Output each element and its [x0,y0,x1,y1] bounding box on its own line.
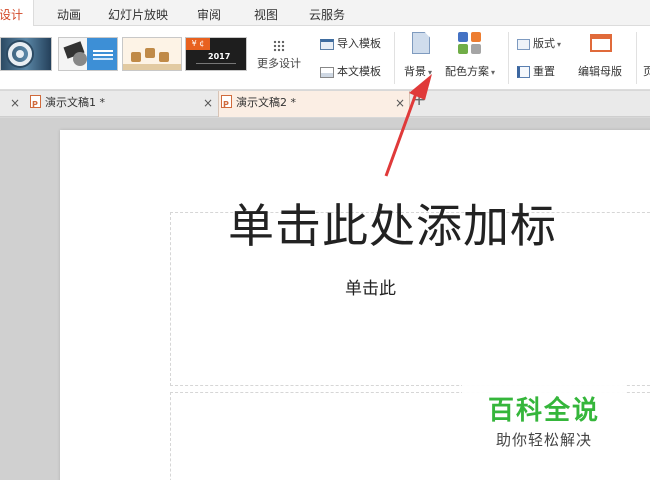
divider [508,32,509,84]
color-swatch [471,44,481,54]
tab-animation[interactable]: 动画 [57,0,81,26]
close-icon[interactable]: × [395,91,405,115]
body-template-icon [320,66,334,78]
design-thumbnail-4[interactable]: ¥ ¢ 2017 [185,37,247,71]
tab-cloud-service[interactable]: 云服务 [309,0,345,26]
design-ribbon: ¥ ¢ 2017 更多设计 导入模板 本文模板 背景 ▾ 配色方案 ▾ 版式 ▾ 重置… [0,26,650,90]
divider [394,32,395,84]
color-swatch [458,32,468,42]
presentation-file-icon [221,93,232,117]
tab-view[interactable]: 视图 [254,0,278,26]
background-button[interactable] [403,32,439,54]
document-icon [412,32,430,54]
color-scheme-icon[interactable] [458,32,484,54]
title-placeholder-text[interactable]: 单击此处添加标 [228,190,557,256]
subtitle-placeholder-text[interactable]: 单击此 [345,274,396,299]
menu-bar: 设计 动画 幻灯片放映 审阅 视图 云服务 [0,0,650,27]
grid-icon [273,40,285,52]
doc-tab-2[interactable]: 演示文稿2 * [218,91,410,117]
import-template-button[interactable]: 导入模板 [320,35,381,51]
doc-tab-1[interactable]: 演示文稿1 * [30,91,210,117]
divider [636,32,637,84]
edit-master-icon[interactable] [590,34,612,52]
reset-icon [517,66,530,78]
tab-design[interactable]: 设计 [0,0,35,27]
more-designs-label: 更多设计 [257,57,301,70]
watermark: 百科全说 助你轻松解决 [462,380,626,460]
document-tab-bar: × 演示文稿1 * × 演示文稿2 * × + [0,90,650,117]
background-label-button[interactable]: 背景 ▾ [404,63,432,79]
close-icon[interactable]: × [203,91,213,115]
import-template-icon [320,38,334,50]
color-scheme-button[interactable]: 配色方案 ▾ [445,63,495,79]
new-tab-button[interactable]: + [412,90,426,110]
reset-button[interactable]: 重置 [517,63,555,79]
watermark-tagline: 助你轻松解决 [495,431,592,449]
tab-slideshow[interactable]: 幻灯片放映 [108,0,168,26]
thumbnail-year: 2017 [208,52,231,61]
close-icon[interactable]: × [10,91,20,115]
layout-icon [517,38,530,50]
gear-icon [8,42,32,66]
color-swatch [471,32,481,42]
design-thumbnail-2[interactable] [58,37,118,71]
more-designs-button[interactable]: 更多设计 [254,40,304,71]
design-thumbnail-3[interactable] [122,37,182,71]
edit-master-button[interactable]: 编辑母版 [578,63,622,79]
color-swatch [458,44,468,54]
watermark-brand: 百科全说 [487,396,600,426]
presentation-file-icon [30,93,41,117]
tab-review[interactable]: 审阅 [197,0,221,26]
page-button-partial[interactable]: 页 [643,63,650,79]
thumbnail-badge: ¥ ¢ [186,38,210,50]
body-template-button[interactable]: 本文模板 [320,63,381,79]
layout-button[interactable]: 版式 ▾ [517,35,561,51]
design-thumbnail-1[interactable] [0,37,52,71]
